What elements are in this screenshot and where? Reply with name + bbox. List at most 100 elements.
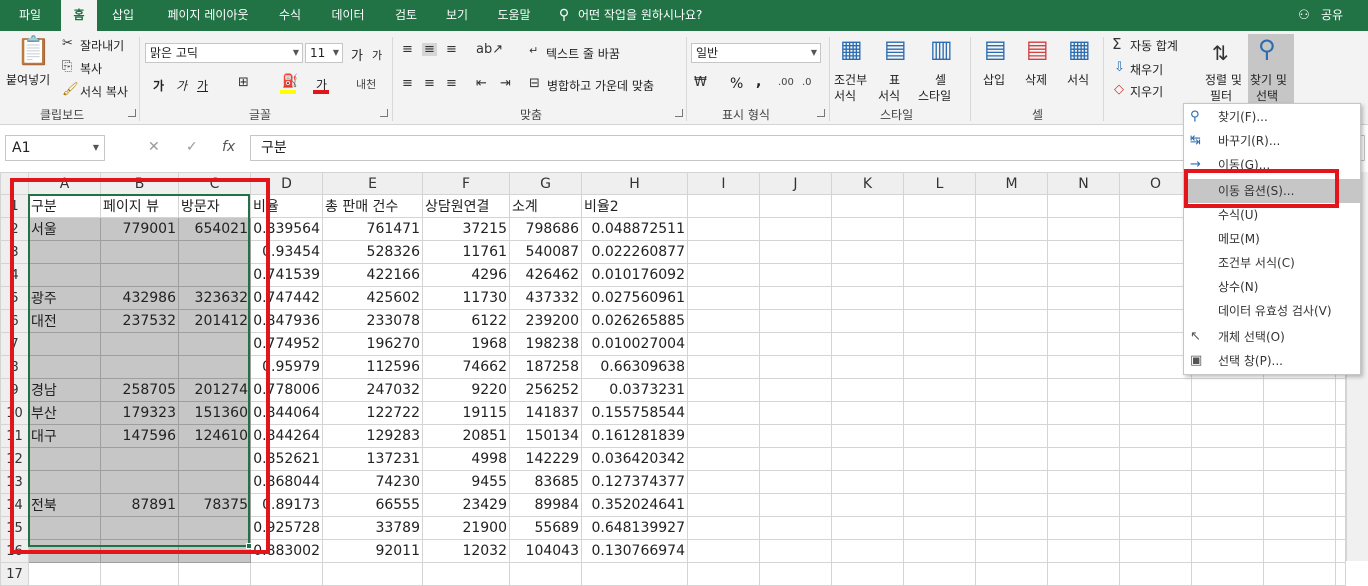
grid-cell[interactable] — [178, 447, 251, 471]
row-header[interactable]: 3 — [0, 240, 29, 264]
alignment-launcher-icon[interactable] — [675, 109, 683, 117]
row-header[interactable]: 12 — [0, 447, 29, 471]
font-launcher-icon[interactable] — [380, 109, 388, 117]
grid-cell[interactable] — [1335, 516, 1346, 540]
grid-cell[interactable] — [1047, 378, 1120, 402]
column-header-i[interactable]: I — [687, 172, 760, 195]
menu-item-8[interactable]: 데이터 유효성 검사(V) — [1184, 299, 1360, 323]
column-header-j[interactable]: J — [759, 172, 832, 195]
tab-review[interactable]: 검토 — [386, 0, 426, 31]
tab-page-layout[interactable]: 페이지 레이아웃 — [156, 0, 260, 31]
menu-item-7[interactable]: 상수(N) — [1184, 275, 1360, 299]
grid-cell[interactable]: 9220 — [422, 378, 510, 402]
grid-cell[interactable] — [100, 263, 179, 287]
grid-cell[interactable] — [1047, 286, 1120, 310]
autosum-button[interactable]: 자동 합계 — [1130, 37, 1178, 54]
grid-cell[interactable] — [178, 470, 251, 494]
row-header[interactable]: 14 — [0, 493, 29, 517]
row-header[interactable]: 13 — [0, 470, 29, 494]
grid-cell[interactable] — [759, 493, 832, 517]
grid-cell[interactable] — [831, 470, 904, 494]
grid-cell[interactable] — [903, 355, 976, 379]
grid-cell[interactable] — [831, 447, 904, 471]
grid-cell[interactable]: 779001 — [100, 217, 179, 241]
menu-item-2[interactable]: → 이동(G)... — [1184, 153, 1360, 177]
grid-cell[interactable]: 761471 — [322, 217, 423, 241]
grid-cell[interactable]: 0.022260877 — [581, 240, 688, 264]
grid-cell[interactable]: 0.048872511 — [581, 217, 688, 241]
grid-cell[interactable] — [1335, 470, 1346, 494]
grid-cell[interactable]: 187258 — [509, 355, 582, 379]
grid-cell[interactable]: 0.155758544 — [581, 401, 688, 425]
grid-cell[interactable]: 122722 — [322, 401, 423, 425]
grid-cell[interactable] — [687, 562, 760, 586]
grid-cell[interactable]: 0.161281839 — [581, 424, 688, 448]
grid-cell[interactable] — [178, 332, 251, 356]
italic-button[interactable]: 가 — [176, 77, 187, 94]
grid-cell[interactable] — [1047, 539, 1120, 563]
row-header[interactable]: 6 — [0, 309, 29, 333]
grid-cell[interactable] — [1119, 217, 1192, 241]
borders-icon[interactable]: ⊞ — [238, 76, 249, 89]
grid-cell[interactable]: 198238 — [509, 332, 582, 356]
grid-cell[interactable] — [1191, 424, 1264, 448]
grid-cell[interactable]: 11730 — [422, 286, 510, 310]
grid-cell[interactable] — [759, 194, 832, 218]
grid-cell[interactable]: 0.747442 — [250, 286, 323, 310]
grid-cell[interactable] — [28, 516, 101, 540]
column-header-n[interactable]: N — [1047, 172, 1120, 195]
grid-cell[interactable] — [687, 516, 760, 540]
tab-insert[interactable]: 삽입 — [103, 0, 143, 31]
grid-cell[interactable] — [687, 424, 760, 448]
grid-cell[interactable] — [1335, 493, 1346, 517]
grid-cell[interactable] — [1119, 309, 1192, 333]
grid-cell[interactable]: 0.93454 — [250, 240, 323, 264]
grid-cell[interactable] — [831, 424, 904, 448]
grid-cell[interactable] — [1119, 470, 1192, 494]
grid-cell[interactable] — [975, 194, 1048, 218]
grid-cell[interactable] — [831, 194, 904, 218]
tab-file[interactable]: 파일 — [8, 0, 52, 31]
grid-cell[interactable] — [1047, 217, 1120, 241]
grid-cell[interactable] — [28, 447, 101, 471]
grid-cell[interactable]: 0.352024641 — [581, 493, 688, 517]
grid-cell[interactable] — [1191, 470, 1264, 494]
grid-cell[interactable] — [1335, 562, 1346, 586]
wrap-text-button[interactable]: 텍스트 줄 바꿈 — [546, 45, 620, 62]
tab-home[interactable]: 홈 — [61, 0, 97, 31]
grid-cell[interactable] — [687, 355, 760, 379]
grid-cell[interactable] — [759, 401, 832, 425]
grid-cell[interactable] — [1263, 539, 1336, 563]
grid-cell[interactable] — [28, 562, 101, 586]
grid-cell[interactable]: 540087 — [509, 240, 582, 264]
align-middle-icon[interactable]: ≡ — [422, 43, 437, 56]
grid-cell[interactable] — [1191, 378, 1264, 402]
grid-cell[interactable] — [1191, 516, 1264, 540]
column-header-m[interactable]: M — [975, 172, 1048, 195]
grid-cell[interactable] — [1263, 493, 1336, 517]
grid-cell[interactable] — [1047, 516, 1120, 540]
format-table-button[interactable]: 표 — [889, 71, 900, 88]
row-header[interactable]: 4 — [0, 263, 29, 287]
grid-cell[interactable] — [1263, 378, 1336, 402]
grid-cell[interactable]: 55689 — [509, 516, 582, 540]
grid-cell[interactable] — [759, 447, 832, 471]
row-header[interactable]: 1 — [0, 194, 29, 218]
grid-cell[interactable] — [1119, 447, 1192, 471]
grid-cell[interactable] — [1191, 401, 1264, 425]
grid-cell[interactable] — [687, 401, 760, 425]
grid-cell[interactable] — [759, 355, 832, 379]
grid-cell[interactable] — [903, 286, 976, 310]
grid-cell[interactable]: 247032 — [322, 378, 423, 402]
grid-cell[interactable] — [831, 493, 904, 517]
grid-cell[interactable] — [831, 263, 904, 287]
grid-cell[interactable] — [28, 355, 101, 379]
grid-cell[interactable]: 0.89173 — [250, 493, 323, 517]
decrease-indent-icon[interactable]: ⇤ — [476, 77, 487, 90]
grid-cell[interactable]: 0.774952 — [250, 332, 323, 356]
align-left-icon[interactable]: ≡ — [402, 77, 413, 90]
grid-cell[interactable]: 654021 — [178, 217, 251, 241]
grid-cell[interactable] — [903, 332, 976, 356]
grid-cell[interactable] — [687, 309, 760, 333]
grid-cell[interactable] — [759, 240, 832, 264]
